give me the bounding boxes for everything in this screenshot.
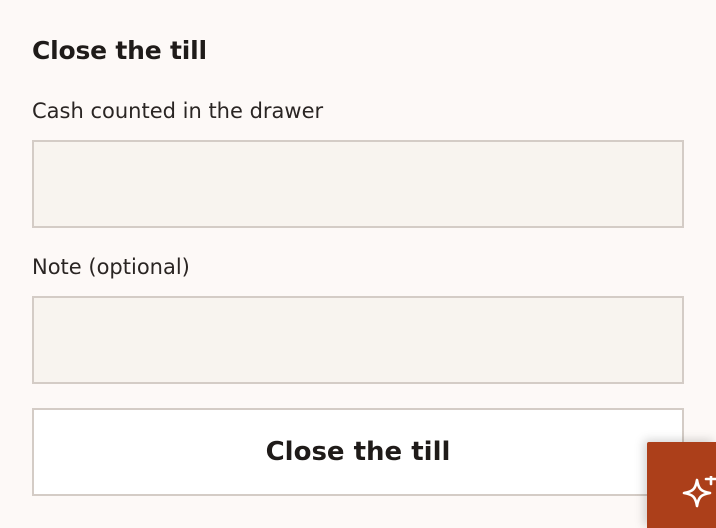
close-till-button[interactable]: Close the till (32, 408, 684, 496)
sparkle-icon (682, 476, 716, 508)
cash-counted-label: Cash counted in the drawer (32, 99, 324, 123)
close-till-panel: Close the till Cash counted in the drawe… (0, 0, 716, 528)
page-title: Close the till (32, 36, 207, 65)
assistant-button[interactable] (647, 442, 716, 528)
note-label: Note (optional) (32, 255, 190, 279)
note-input[interactable] (32, 296, 684, 384)
cash-counted-input[interactable] (32, 140, 684, 228)
